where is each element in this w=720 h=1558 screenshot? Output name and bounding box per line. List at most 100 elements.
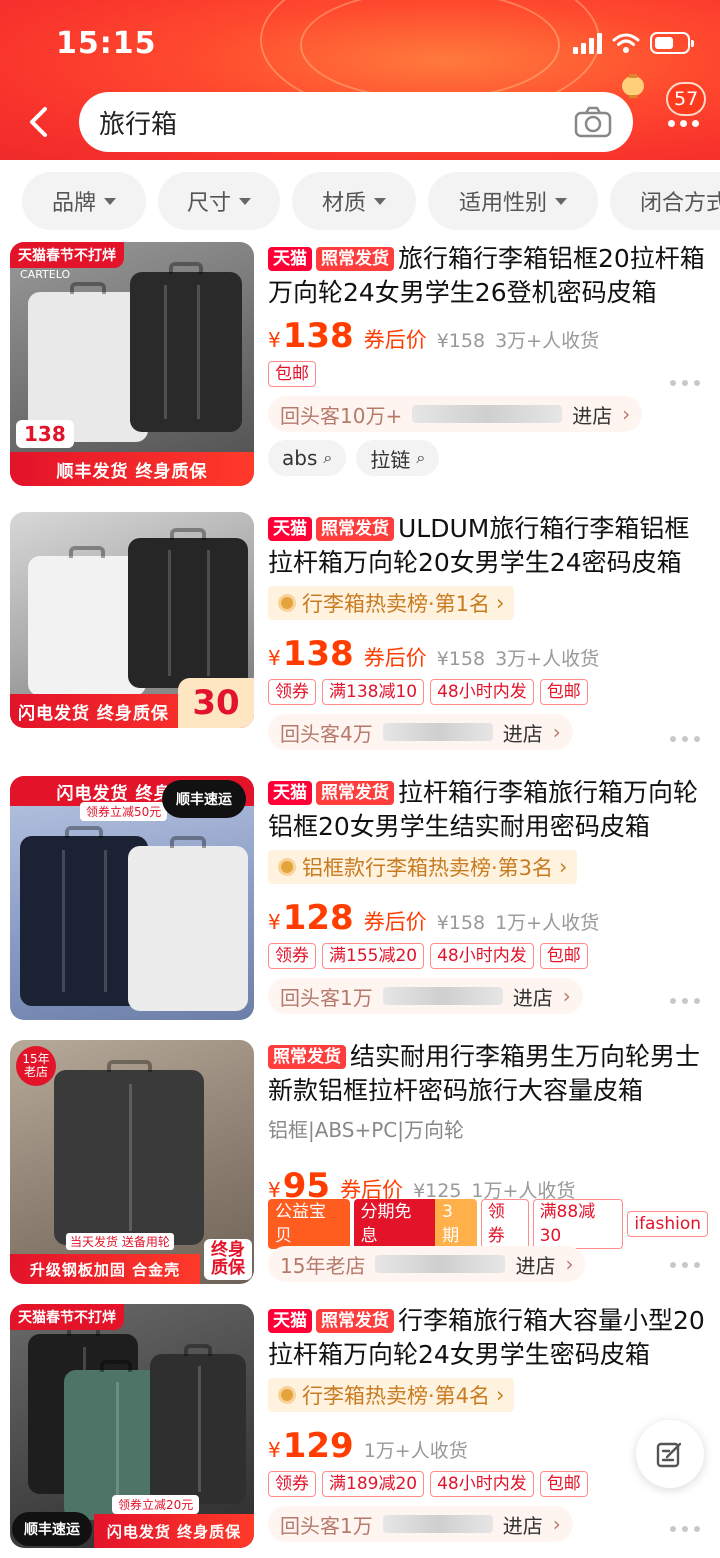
store-link[interactable]: 回头客1万 进店 ›	[268, 1506, 573, 1542]
after-coupon-label: 券后价	[363, 328, 427, 352]
filter-label: 闭合方式	[640, 191, 720, 216]
back-button[interactable]	[18, 100, 58, 144]
caret-down-icon	[555, 197, 567, 205]
buyers-count: 1万+人收货	[363, 1440, 468, 1462]
warranty-badge: 终身质保	[204, 1238, 252, 1280]
installment-badge: 分期免息	[353, 1199, 436, 1249]
search-input[interactable]	[99, 107, 573, 137]
buyers-count: 3万+人收货	[495, 648, 600, 670]
product-title[interactable]: 天猫 照常发货 行李箱旅行箱大容量小型20拉杆箱万向轮24女男学生密码皮箱	[268, 1304, 708, 1372]
more-options-icon[interactable]	[670, 1526, 700, 1534]
keyword-row: abs ⌕ 拉链 ⌕	[268, 440, 708, 476]
enter-store: 进店	[502, 721, 543, 746]
tmall-tag: 天猫	[268, 247, 312, 271]
rank-badge[interactable]: 行李箱热卖榜·第1名 ›	[268, 586, 515, 620]
rank-badge[interactable]: 铝框款行李箱热卖榜·第3名 ›	[268, 850, 578, 884]
coupon-badge[interactable]: 领券	[268, 1471, 316, 1497]
thumb-badge: 天猫春节不打烊	[10, 1304, 124, 1330]
filter-brand[interactable]: 品牌	[22, 172, 146, 230]
more-button[interactable]	[660, 108, 706, 138]
product-title[interactable]: 照常发货 结实耐用行李箱男生万向轮男士新款铝框拉杆密码旅行大容量皮箱	[268, 1040, 708, 1108]
sf-express-badge: 顺丰速运	[12, 1512, 92, 1546]
thumb-coupon: 领券立减50元	[80, 802, 168, 821]
feedback-button[interactable]	[636, 1420, 704, 1488]
ship-time-badge: 48小时内发	[430, 679, 534, 705]
product-card[interactable]: 天猫春节不打烊 CARTELO 138 顺丰发货 终身质保 天猫 照常发货 旅行箱行…	[0, 242, 720, 506]
coupon-badge[interactable]: 领券	[268, 679, 316, 705]
filter-label: 材质	[321, 191, 366, 216]
more-options-icon[interactable]	[670, 380, 700, 388]
filter-closure[interactable]: 闭合方式	[610, 172, 720, 230]
rank-badge[interactable]: 行李箱热卖榜·第4名 ›	[268, 1378, 515, 1412]
chevron-right-icon: ›	[496, 1383, 505, 1407]
rank-label: 行李箱热卖榜·第1名	[302, 592, 491, 616]
store-name-redacted	[375, 1255, 506, 1273]
search-icon: ⌕	[416, 448, 426, 467]
status-icons	[573, 30, 694, 56]
store-name-redacted	[382, 987, 503, 1005]
coupon-badge[interactable]: 领券	[268, 943, 316, 969]
medal-icon	[278, 594, 296, 612]
tmall-tag: 天猫	[268, 1309, 312, 1333]
shipping-tag: 照常发货	[268, 1045, 346, 1069]
suitcase-white	[128, 836, 248, 1011]
installment-periods: 3期	[435, 1199, 477, 1249]
product-card[interactable]: 天猫春节不打烊 领券立减20元 顺丰速运 闪电发货 终身质保 天猫 照常发货 行李箱…	[0, 1304, 720, 1558]
thumb-subtext: 当天发货 送备用轮	[66, 1233, 174, 1250]
thumb-banner: 顺丰发货 终身质保	[10, 452, 254, 486]
product-title[interactable]: 天猫 照常发货 拉杆箱行李箱旅行箱万向轮铝框20女男学生结实耐用密码皮箱	[268, 776, 708, 844]
store-name-redacted	[412, 405, 563, 423]
ifashion-badge: ifashion	[627, 1211, 708, 1237]
buyers-count: 3万+人收货	[495, 330, 600, 352]
product-title[interactable]: 天猫 照常发货 ULDUM旅行箱行李箱铝框拉杆箱万向轮20女男学生24密码皮箱	[268, 512, 708, 580]
price-row: ¥ 138 券后价 ¥158 3万+人收货	[268, 316, 708, 356]
coupon-badge[interactable]: 领券	[480, 1199, 529, 1249]
product-image[interactable]: 15年 老店 当天发货 送备用轮 终身质保 升级钢板加固 合金壳	[10, 1040, 254, 1284]
product-title[interactable]: 天猫 照常发货 旅行箱行李箱铝框20拉杆箱万向轮24女男学生26登机密码皮箱	[268, 242, 708, 310]
filter-material[interactable]: 材质	[292, 172, 416, 230]
price: 138	[282, 634, 354, 674]
more-options-icon[interactable]	[670, 1262, 700, 1270]
product-image[interactable]: 闪电发货 终身质保 领券立减50元 顺丰速运	[10, 776, 254, 1020]
filter-size[interactable]: 尺寸	[158, 172, 280, 230]
store-link[interactable]: 回头客1万 进店 ›	[268, 978, 583, 1014]
product-image[interactable]: 天猫春节不打烊 CARTELO 138 顺丰发货 终身质保	[10, 242, 254, 486]
ship-time-badge: 48小时内发	[430, 943, 534, 969]
suitcase-black	[130, 262, 242, 432]
badge-row: 领券 满155减20 48小时内发 包邮	[268, 942, 708, 970]
product-image[interactable]: 闪电发货 终身质保 30	[10, 512, 254, 728]
shipping-tag: 照常发货	[316, 247, 394, 271]
store-link[interactable]: 回头客10万+ 进店 ›	[268, 396, 643, 432]
signal-icon	[573, 32, 602, 54]
store-link[interactable]: 回头客4万 进店 ›	[268, 714, 573, 750]
thumb-badge: 天猫春节不打烊	[10, 242, 124, 268]
brand-logo: CARTELO	[20, 268, 71, 281]
tmall-tag: 天猫	[268, 517, 312, 541]
thumb-coupon: 领券立减20元	[112, 1495, 200, 1514]
price: 138	[282, 316, 354, 356]
product-card[interactable]: 闪电发货 终身质保 30 天猫 照常发货 ULDUM旅行箱行李箱铝框拉杆箱万向轮20…	[0, 512, 720, 776]
shipping-tag: 照常发货	[316, 1309, 394, 1333]
price-row: ¥ 138 券后价 ¥158 3万+人收货	[268, 634, 708, 674]
status-time: 15:15	[56, 26, 157, 61]
original-price: ¥158	[436, 330, 486, 352]
search-box[interactable]	[79, 92, 633, 152]
product-image[interactable]: 天猫春节不打烊 领券立减20元 顺丰速运 闪电发货 终身质保	[10, 1304, 254, 1548]
filter-gender[interactable]: 适用性别	[428, 172, 598, 230]
original-price: ¥158	[436, 648, 486, 670]
chevron-right-icon: ›	[562, 984, 571, 1008]
camera-button[interactable]	[573, 102, 613, 142]
more-options-icon[interactable]	[670, 736, 700, 744]
store-link[interactable]: 15年老店 进店 ›	[268, 1246, 586, 1282]
tmall-tag: 天猫	[268, 781, 312, 805]
chevron-right-icon: ›	[496, 591, 505, 615]
discount-badge: 满155减20	[322, 943, 425, 969]
more-options-icon[interactable]	[670, 998, 700, 1006]
keyword-chip[interactable]: abs ⌕	[268, 440, 347, 476]
product-card[interactable]: 闪电发货 终身质保 领券立减50元 顺丰速运 天猫 照常发货 拉杆箱行李箱旅行箱万向…	[0, 776, 720, 1040]
filter-label: 品牌	[51, 191, 96, 216]
enter-store: 进店	[512, 985, 553, 1010]
suitcase-gray	[54, 1060, 204, 1245]
product-card[interactable]: 15年 老店 当天发货 送备用轮 终身质保 升级钢板加固 合金壳 照常发货 结实耐…	[0, 1040, 720, 1304]
keyword-chip[interactable]: 拉链 ⌕	[356, 440, 440, 476]
